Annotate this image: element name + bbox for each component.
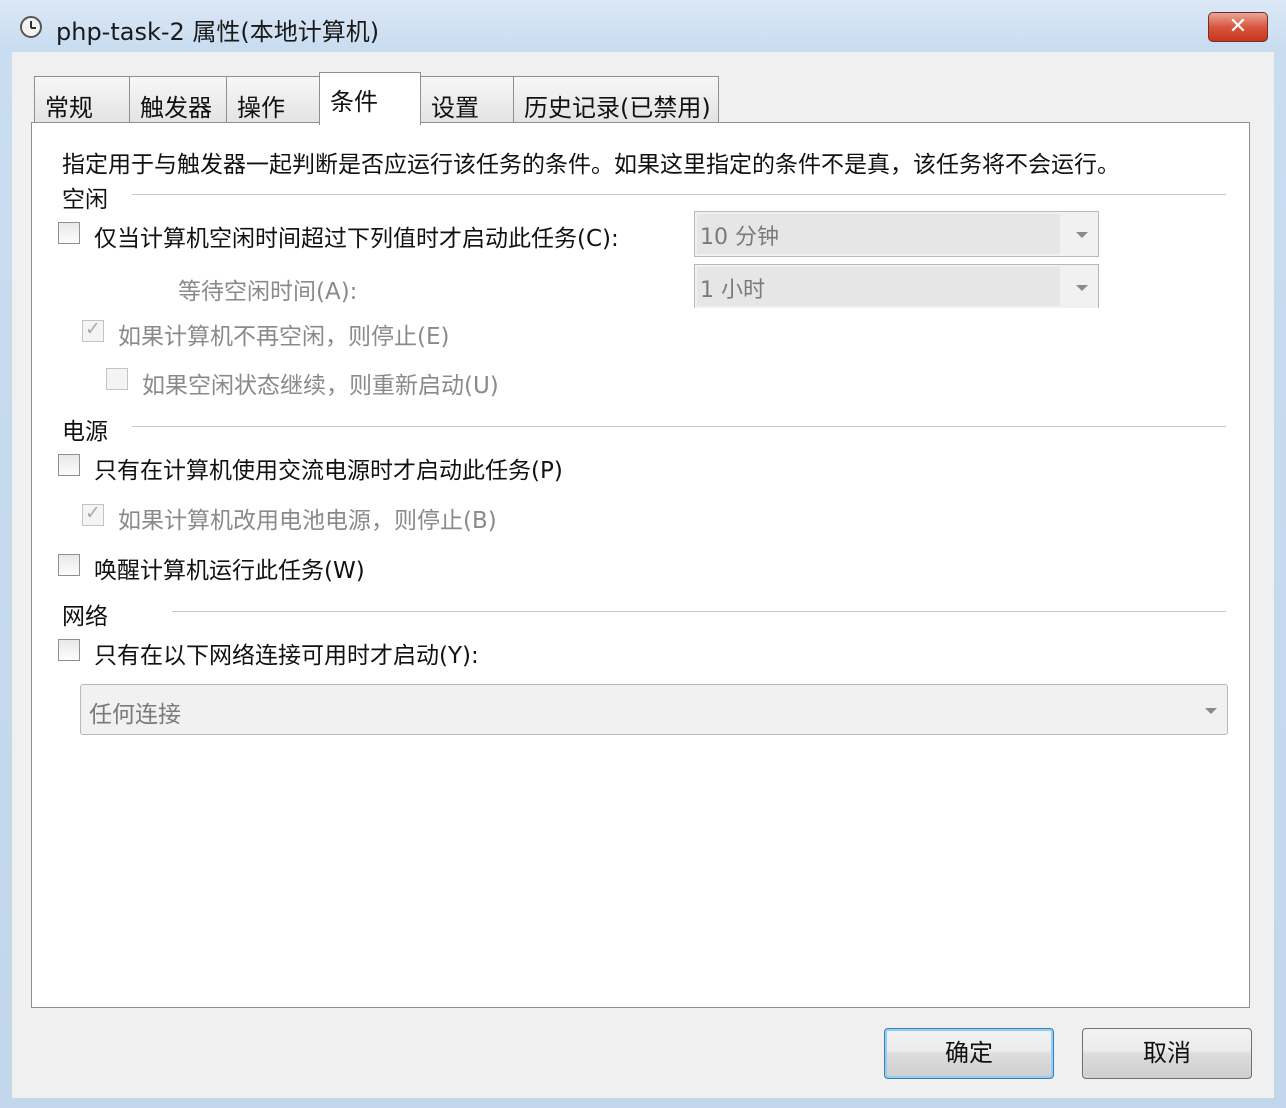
clock-icon — [20, 16, 42, 38]
tab-conditions[interactable]: 条件 — [319, 72, 421, 125]
network-connection-combo[interactable]: 任何连接 — [80, 684, 1228, 735]
wake-to-run-label: 唤醒计算机运行此任务(W) — [94, 558, 365, 584]
restart-if-idle-resumes-label: 如果空闲状态继续，则重新启动(U) — [142, 373, 499, 399]
section-power-label: 电源 — [62, 419, 108, 445]
wait-duration-value: 1 小时 — [700, 278, 765, 303]
dropdown-arrow-icon — [1205, 707, 1217, 714]
ac-power-only-label: 只有在计算机使用交流电源时才启动此任务(P) — [94, 458, 563, 484]
wait-idle-label: 等待空闲时间(A): — [178, 279, 358, 305]
network-connection-value: 任何连接 — [89, 702, 181, 728]
restart-if-idle-resumes-checkbox[interactable] — [106, 368, 128, 390]
cancel-button[interactable]: 取消 — [1082, 1028, 1252, 1079]
tab-settings[interactable]: 设置 — [420, 76, 514, 123]
start-only-if-idle-label: 仅当计算机空闲时间超过下列值时才启动此任务(C): — [94, 226, 619, 252]
dropdown-arrow-icon — [1076, 232, 1088, 238]
conditions-description: 指定用于与触发器一起判断是否应运行该任务的条件。如果这里指定的条件不是真，该任务… — [62, 152, 1120, 178]
dropdown-arrow-icon — [1076, 284, 1088, 291]
ok-button[interactable]: 确定 — [884, 1028, 1054, 1079]
tab-actions[interactable]: 操作 — [226, 76, 320, 123]
section-power-divider — [132, 426, 1226, 427]
stop-if-not-idle-label: 如果计算机不再空闲，则停止(E) — [118, 324, 450, 350]
window-title: php-task-2 属性(本地计算机) — [56, 18, 380, 46]
checkmark-icon: ✓ — [85, 318, 101, 340]
network-only-label: 只有在以下网络连接可用时才启动(Y): — [94, 643, 479, 669]
tab-triggers[interactable]: 触发器 — [129, 76, 227, 123]
checkmark-icon: ✓ — [85, 502, 101, 524]
ac-power-only-checkbox[interactable] — [58, 454, 80, 476]
section-idle-divider — [132, 194, 1226, 195]
section-network-divider — [172, 611, 1226, 612]
stop-if-not-idle-checkbox[interactable]: ✓ — [82, 318, 104, 342]
network-only-checkbox[interactable] — [58, 639, 80, 661]
section-idle-label: 空闲 — [62, 187, 108, 213]
stop-on-battery-label: 如果计算机改用电池电源，则停止(B) — [118, 508, 497, 534]
wake-to-run-checkbox[interactable] — [58, 554, 80, 576]
section-network-label: 网络 — [62, 604, 108, 630]
idle-duration-combo[interactable]: 10 分钟 — [694, 211, 1099, 257]
stop-on-battery-checkbox[interactable]: ✓ — [82, 502, 104, 526]
wait-duration-combo[interactable]: 1 小时 — [694, 264, 1099, 308]
close-button[interactable]: ✕ — [1208, 12, 1268, 42]
start-only-if-idle-checkbox[interactable] — [58, 222, 80, 244]
tab-history[interactable]: 历史记录(已禁用) — [513, 76, 719, 123]
tab-general[interactable]: 常规 — [34, 76, 130, 123]
title-bar[interactable]: php-task-2 属性(本地计算机) ✕ — [0, 0, 1286, 52]
idle-duration-value: 10 分钟 — [700, 225, 779, 250]
